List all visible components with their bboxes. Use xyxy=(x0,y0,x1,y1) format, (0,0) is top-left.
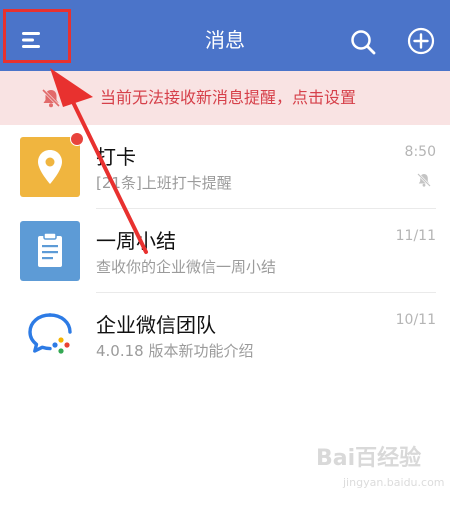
top-bar: 消息 xyxy=(0,0,450,71)
location-pin-icon xyxy=(38,150,62,184)
notice-text: 当前无法接收新消息提醒，点击设置 xyxy=(100,88,357,107)
clipboard-icon xyxy=(38,232,62,267)
avatar xyxy=(20,221,80,281)
conversation-time: 8:50 xyxy=(404,144,436,160)
avatar xyxy=(20,137,80,197)
page-title: 消息 xyxy=(205,28,245,52)
conversation-list: 打卡 [21条]上班打卡提醒 8:50 一周小结 查收你的企业微信一周小结 11… xyxy=(0,125,450,377)
conversation-time: 10/11 xyxy=(395,312,436,328)
conversation-preview: 查收你的企业微信一周小结 xyxy=(96,258,277,276)
muted-bell-icon xyxy=(41,88,61,108)
conversation-preview: 4.0.18 版本新功能介绍 xyxy=(96,342,254,360)
search-button[interactable] xyxy=(348,27,378,57)
mute-icon xyxy=(417,173,431,187)
wecom-logo-icon xyxy=(28,313,72,354)
avatar xyxy=(20,305,80,365)
conversation-time: 11/11 xyxy=(395,228,436,244)
conversation-preview: [21条]上班打卡提醒 xyxy=(96,174,232,192)
add-button[interactable] xyxy=(406,26,436,56)
search-icon xyxy=(351,30,376,55)
watermark: Bai百经验 xyxy=(316,446,422,471)
conversation-name: 企业微信团队 xyxy=(96,313,216,337)
notification-settings-banner[interactable]: 当前无法接收新消息提醒，点击设置 xyxy=(0,71,450,125)
conversation-item-weekly-summary[interactable]: 一周小结 查收你的企业微信一周小结 11/11 xyxy=(0,209,450,293)
watermark-url: jingyan.baidu.com xyxy=(343,476,445,489)
conversation-name: 一周小结 xyxy=(96,229,176,253)
conversation-name: 打卡 xyxy=(96,145,136,169)
conversation-item-wecom-team[interactable]: 企业微信团队 4.0.18 版本新功能介绍 10/11 xyxy=(0,293,450,377)
plus-circle-icon xyxy=(407,27,435,55)
unread-badge xyxy=(70,132,84,146)
conversation-item-clock-in[interactable]: 打卡 [21条]上班打卡提醒 8:50 xyxy=(0,125,450,209)
